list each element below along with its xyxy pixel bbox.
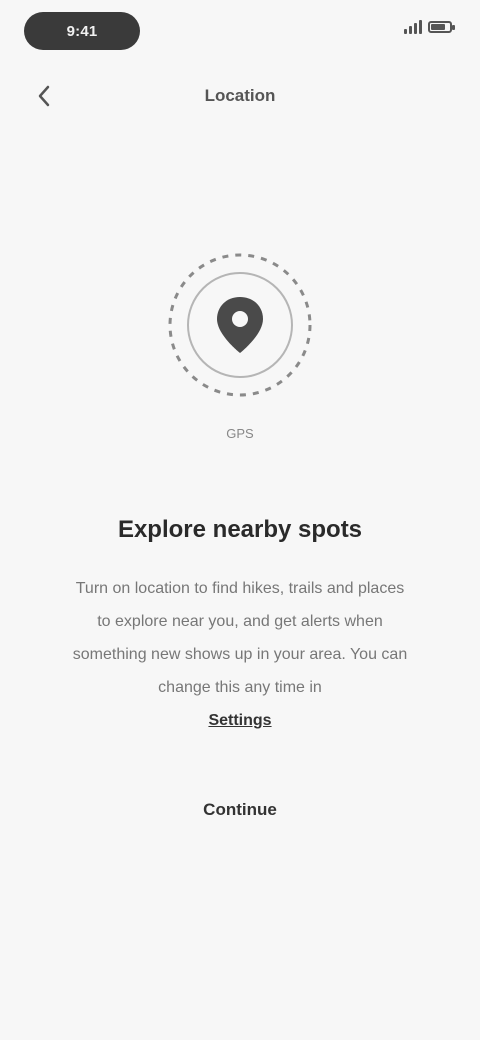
body-text: Turn on location to find hikes, trails a…	[70, 572, 410, 737]
status-bar: 9:41	[0, 0, 480, 64]
headline: Explore nearby spots	[117, 516, 363, 543]
nav-bar: Location	[0, 72, 480, 120]
status-icons	[404, 20, 455, 34]
settings-link[interactable]: Settings	[208, 712, 271, 729]
status-time: 9:41	[66, 22, 98, 40]
status-time-pill: 9:41	[24, 12, 140, 50]
battery-icon	[428, 21, 455, 33]
body-paragraph: Turn on location to find hikes, trails a…	[72, 580, 408, 696]
illustration-caption: GPS	[226, 426, 254, 441]
location-illustration	[160, 245, 320, 405]
battery-level	[431, 24, 445, 30]
page-title: Location	[204, 86, 276, 105]
continue-button[interactable]: Continue	[0, 800, 480, 820]
signal-icon	[404, 20, 422, 34]
map-pin-icon	[168, 253, 312, 397]
